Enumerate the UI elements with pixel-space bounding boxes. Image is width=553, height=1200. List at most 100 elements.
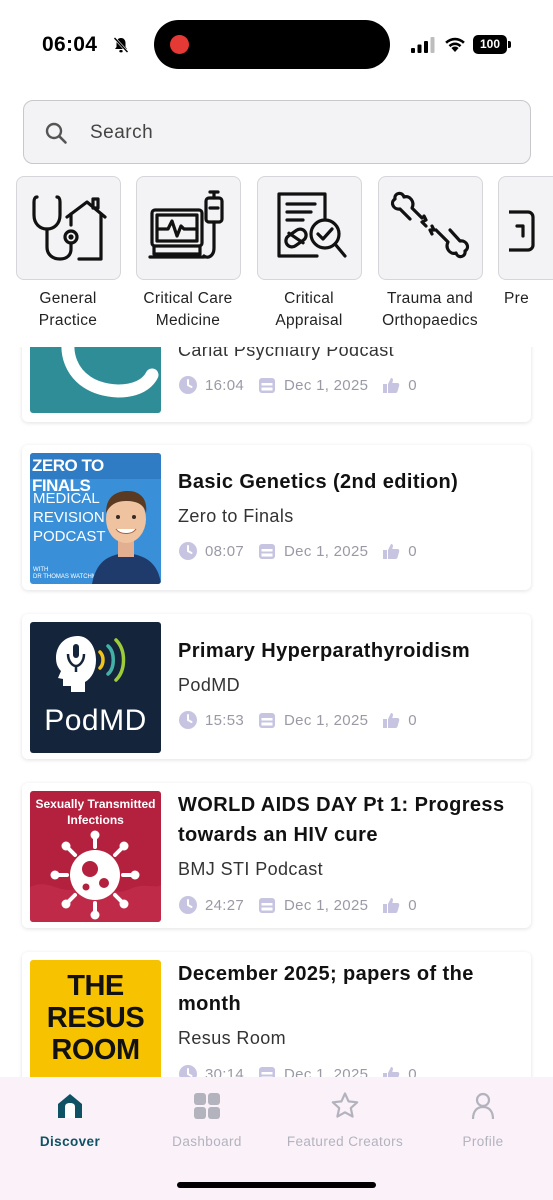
nav-label: Profile [462,1134,504,1149]
grid-icon [194,1093,220,1119]
category-tile[interactable] [135,176,241,280]
category-label: Critical Care Medicine [143,290,233,329]
episode-title: December 2025; papers of the month [178,963,474,1015]
episode-card[interactable]: THE RESUS ROOM December 2025; papers of … [22,952,531,1077]
episode-card[interactable]: PodMD Primary Hyperparathyroidism PodMD … [22,614,531,759]
clock-icon [179,896,197,914]
status-time: 06:04 [42,33,98,56]
clock-icon [179,376,197,394]
episode-date: Dec 1, 2025 [284,376,369,394]
home-icon [58,1094,82,1118]
episode-date: Dec 1, 2025 [284,711,369,729]
search-bar[interactable] [23,100,531,164]
wifi-icon [445,37,465,52]
episode-title: Primary Hyperparathyroidism [178,640,471,662]
category-label: Critical Appraisal [275,290,343,329]
episode-likes: 0 [408,896,417,914]
category-tile[interactable] [498,176,553,280]
nav-label: Featured Creators [286,1134,404,1149]
episode-title: WORLD AIDS DAY Pt 1: Progress towards an… [178,794,505,846]
calendar-icon [259,898,276,913]
category-trauma-orthopaedics[interactable]: Trauma and Orthopaedics [377,176,483,332]
clock-icon [179,1065,197,1077]
episode-creator: Resus Room [178,1028,287,1048]
episode-likes: 0 [408,711,417,729]
calendar-icon [259,713,276,728]
clock-icon [179,542,197,560]
episode-thumbnail [30,347,161,413]
episode-duration: 08:07 [205,542,245,560]
battery-level: 100 [473,35,507,54]
episode-duration: 15:53 [205,711,245,729]
star-icon [331,1092,359,1118]
bell-slash-icon [113,37,129,53]
episode-meta: 16:04 Dec 1, 2025 0 [178,375,417,395]
episode-meta: 24:27 Dec 1, 2025 0 [178,895,417,915]
search-icon [45,122,67,144]
category-tile[interactable] [377,176,483,280]
episode-card[interactable]: Cariat Psychiatry Podcast 16:04 Dec 1, 2… [22,347,531,422]
episode-likes: 0 [408,1065,417,1078]
episode-duration: 16:04 [205,376,245,394]
status-bar: 06:04 100 [0,0,553,92]
calendar-icon [259,1067,276,1077]
calendar-icon [259,544,276,559]
episode-title: Basic Genetics (2nd edition) [178,471,459,493]
recording-indicator-icon [170,35,189,54]
nav-profile[interactable]: Profile [413,1091,553,1149]
thumbs-up-icon [383,1067,400,1077]
episode-meta: 30:14 Dec 1, 2025 0 [178,1064,417,1077]
category-carousel[interactable]: General Practice Critical Care Medicine … [0,176,553,336]
thumbs-up-icon [383,544,400,559]
nav-discover[interactable]: Discover [0,1091,140,1149]
search-input[interactable] [90,111,510,155]
thumbs-up-icon [383,898,400,913]
category-label: Trauma and Orthopaedics [382,290,478,329]
signal-icon [411,37,435,53]
nav-label: Dashboard [172,1134,242,1149]
episode-meta: 15:53 Dec 1, 2025 0 [178,710,417,730]
nav-dashboard[interactable]: Dashboard [137,1091,277,1149]
clock-icon [179,711,197,729]
broken-bone-icon [390,191,470,259]
category-general-practice[interactable]: General Practice [15,176,121,332]
category-tile[interactable] [256,176,362,280]
dynamic-island [154,20,390,69]
nav-label: Discover [39,1134,101,1149]
episode-card[interactable]: ZERO TO FINALS MEDICAL REVISION PODCAST … [22,445,531,590]
category-critical-appraisal[interactable]: Critical Appraisal [256,176,362,332]
episode-likes: 0 [408,376,417,394]
episode-creator: PodMD [178,675,241,695]
person-icon [471,1092,495,1120]
presenter-photo [92,491,161,584]
category-label: Pre [504,290,530,307]
nav-featured-creators[interactable]: Featured Creators [275,1091,415,1149]
battery-icon: 100 [473,35,511,54]
episode-creator: BMJ STI Podcast [178,859,324,879]
category-tile[interactable] [15,176,121,280]
home-indicator[interactable] [177,1182,376,1188]
episode-thumbnail: Sexually Transmitted Infections [30,791,161,922]
episode-date: Dec 1, 2025 [284,542,369,560]
monitor-iv-icon [148,190,224,259]
category-label: General Practice [38,290,98,329]
thumbs-up-icon [383,713,400,728]
episode-creator: Zero to Finals [178,506,294,526]
thumbs-up-icon [383,378,400,393]
episode-duration: 30:14 [205,1065,245,1078]
episode-feed[interactable]: Cariat Psychiatry Podcast 16:04 Dec 1, 2… [0,347,553,1077]
episode-date: Dec 1, 2025 [284,896,369,914]
document-magnifier-icon [277,192,347,258]
episode-thumbnail: ZERO TO FINALS MEDICAL REVISION PODCAST … [30,453,161,584]
category-partial[interactable]: Pre [498,176,553,310]
episode-meta: 08:07 Dec 1, 2025 0 [178,541,417,561]
episode-thumbnail: PodMD [30,622,161,753]
stethoscope-house-icon [32,195,107,261]
episode-creator: Cariat Psychiatry Podcast [178,347,395,360]
episode-likes: 0 [408,542,417,560]
episode-duration: 24:27 [205,896,245,914]
episode-date: Dec 1, 2025 [284,1065,369,1078]
episode-thumbnail: THE RESUS ROOM [30,960,161,1077]
episode-card[interactable]: Sexually Transmitted Infections WORLD AI… [22,783,531,928]
category-critical-care-medicine[interactable]: Critical Care Medicine [135,176,241,332]
